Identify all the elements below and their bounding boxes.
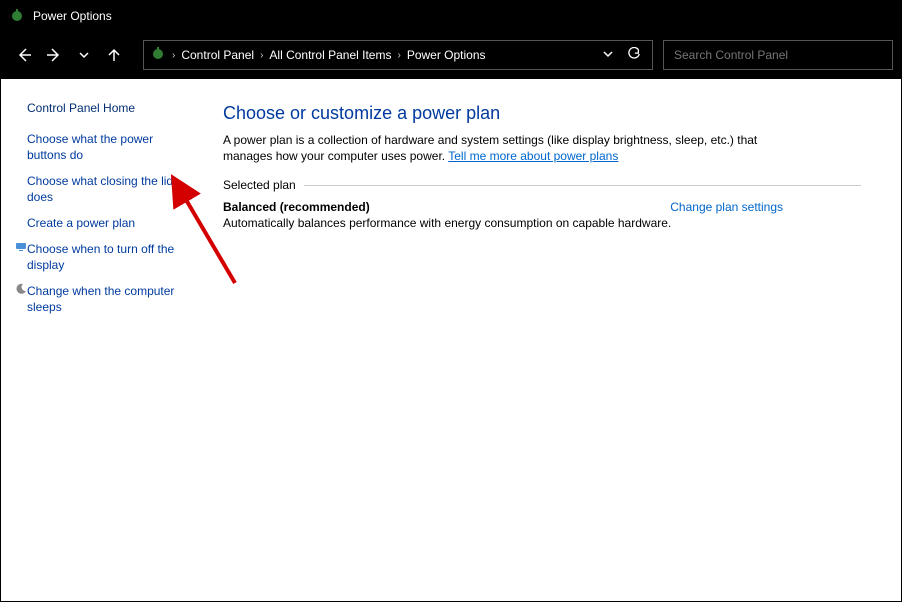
change-plan-settings-link[interactable]: Change plan settings [670, 200, 783, 214]
breadcrumb-all-items[interactable]: All Control Panel Items› [269, 48, 400, 62]
selected-plan-group: Selected plan [223, 178, 861, 192]
address-bar[interactable]: › Control Panel› All Control Panel Items… [143, 40, 653, 70]
blank-icon [15, 131, 27, 145]
search-input[interactable] [663, 40, 893, 70]
moon-icon [15, 283, 27, 297]
main-panel: Choose or customize a power plan A power… [199, 79, 901, 601]
refresh-button[interactable] [624, 47, 644, 64]
plan-description: Automatically balances performance with … [223, 216, 861, 230]
nav-bar: › Control Panel› All Control Panel Items… [1, 31, 901, 79]
group-label: Selected plan [223, 178, 296, 192]
blank-icon [15, 173, 27, 187]
sidebar-home-link[interactable]: Control Panel Home [27, 101, 191, 115]
content-area: Control Panel Home Choose what the power… [1, 79, 901, 601]
breadcrumb-power-options[interactable]: Power Options [407, 48, 486, 62]
window-title: Power Options [33, 9, 112, 23]
app-icon [9, 8, 25, 24]
chevron-right-icon: › [172, 50, 175, 61]
sidebar-item-power-buttons[interactable]: Choose what the power buttons do [27, 131, 191, 163]
forward-button[interactable] [39, 40, 69, 70]
page-description: A power plan is a collection of hardware… [223, 132, 803, 164]
title-bar: Power Options [1, 1, 901, 31]
sidebar-item-closing-lid[interactable]: Choose what closing the lid does [27, 173, 191, 205]
sidebar-item-turn-off-display[interactable]: Choose when to turn off the display [27, 241, 191, 273]
breadcrumb-control-panel[interactable]: Control Panel› [181, 48, 263, 62]
divider [304, 185, 861, 186]
blank-icon [15, 215, 27, 229]
address-icon [150, 46, 166, 65]
up-button[interactable] [99, 40, 129, 70]
sidebar: Control Panel Home Choose what the power… [1, 79, 199, 601]
plan-name: Balanced (recommended) [223, 200, 370, 214]
address-history-button[interactable] [598, 48, 618, 63]
monitor-icon [15, 241, 27, 255]
sidebar-item-computer-sleeps[interactable]: Change when the computer sleeps [27, 283, 191, 315]
recent-locations-button[interactable] [69, 40, 99, 70]
sidebar-item-create-plan[interactable]: Create a power plan [27, 215, 135, 231]
learn-more-link[interactable]: Tell me more about power plans [448, 149, 618, 163]
back-button[interactable] [9, 40, 39, 70]
page-heading: Choose or customize a power plan [223, 103, 861, 124]
